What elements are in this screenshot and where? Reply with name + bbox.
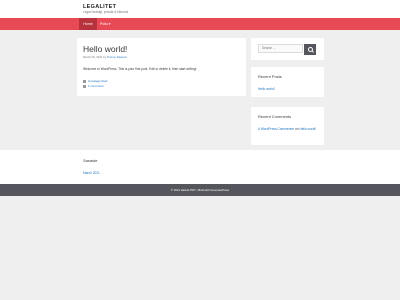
main-navigation: Home Poliu ▾ <box>0 18 400 30</box>
post-meta: March 26, 2021 by Tommy Dewson <box>83 55 127 59</box>
comment-icon <box>83 84 86 88</box>
site-footer: © 2021 LEGALITET • Built with GeneratePr… <box>0 184 400 196</box>
post-category-label[interactable]: Uncategorized <box>88 79 107 83</box>
recent-comments-widget: Recent Comments A WordPress Commenter on… <box>251 107 324 145</box>
nav-item-poliu[interactable]: Poliu ▾ <box>100 18 111 30</box>
post-author[interactable]: Tommy Dewson <box>107 55 127 59</box>
post-date[interactable]: March 26, 2021 by <box>83 55 106 59</box>
folder-icon <box>83 79 86 83</box>
recent-comment-item: A WordPress Commenter on Hello world! <box>258 127 318 132</box>
recent-comments-title: Recent Comments <box>258 114 292 119</box>
search-icon <box>308 47 313 52</box>
post-comments-label[interactable]: 1 Comment <box>88 84 104 88</box>
post-content: Welcome to WordPress. This is your first… <box>83 67 197 71</box>
comment-author-link[interactable]: A WordPress Commenter <box>258 127 294 131</box>
post-card: Hello world! March 26, 2021 by Tommy Dew… <box>77 38 246 96</box>
post-category[interactable]: Uncategorized <box>83 79 107 83</box>
nav-item-home[interactable]: Home <box>79 18 97 30</box>
archives-widget: Sasaste March 2021 <box>0 150 400 184</box>
recent-post-link[interactable]: Hello world! <box>258 87 275 91</box>
recent-posts-title: Recent Posts <box>258 74 282 79</box>
archives-title: Sasaste <box>83 158 98 163</box>
site-header: LEGALITET Legal hedelgt, pravila & hikev… <box>0 0 400 18</box>
footer-text: © 2021 LEGALITET • Built with GeneratePr… <box>170 188 230 192</box>
archive-link[interactable]: March 2021 <box>83 171 100 175</box>
site-description: Legal hedelgt, pravila & hikevod <box>83 10 129 14</box>
comment-post-link[interactable]: Hello world! <box>299 127 316 131</box>
post-comments[interactable]: 1 Comment <box>83 84 104 88</box>
post-title[interactable]: Hello world! <box>83 44 127 54</box>
search-button[interactable] <box>304 44 316 55</box>
comment-connector: on <box>294 127 299 131</box>
search-input[interactable] <box>258 44 303 53</box>
recent-posts-widget: Recent Posts Hello world! <box>251 67 324 97</box>
